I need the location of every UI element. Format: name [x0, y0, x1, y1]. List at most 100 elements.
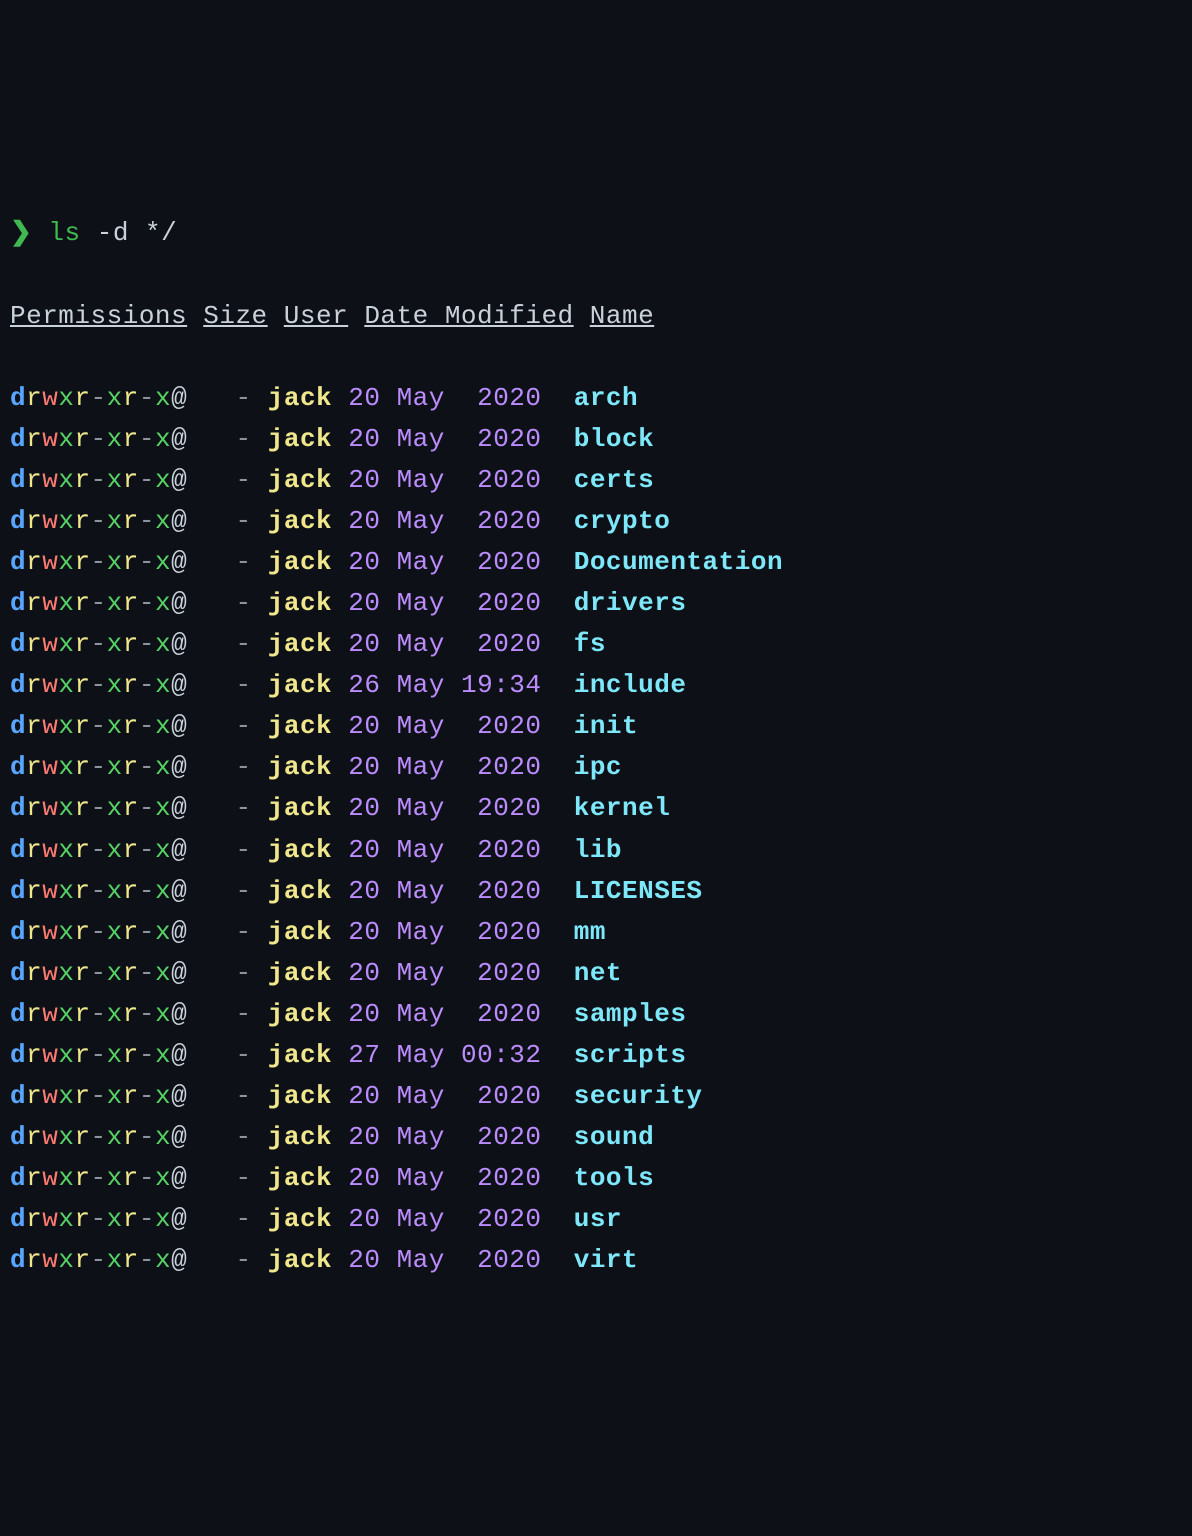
permissions: drwxr-xr-x@ [10, 547, 187, 577]
dir-name: include [574, 670, 687, 700]
header-row: Permissions Size User Date Modified Name [10, 296, 1182, 337]
user: jack [268, 1163, 332, 1193]
date-modified: 20 May 2020 [348, 958, 541, 988]
table-row: drwxr-xr-x@ - jack 20 May 2020 usr [10, 1199, 1182, 1240]
permissions: drwxr-xr-x@ [10, 1245, 187, 1275]
dir-name: kernel [574, 793, 671, 823]
dir-name: certs [574, 465, 655, 495]
terminal-output: ❯ ls -d */ Permissions Size User Date Mo… [10, 172, 1182, 1322]
user: jack [268, 711, 332, 741]
size: - [236, 917, 252, 947]
user: jack [268, 958, 332, 988]
permissions: drwxr-xr-x@ [10, 1040, 187, 1070]
dir-name: usr [574, 1204, 622, 1234]
dir-name: net [574, 958, 622, 988]
user: jack [268, 1040, 332, 1070]
size: - [236, 588, 252, 618]
user: jack [268, 424, 332, 454]
permissions: drwxr-xr-x@ [10, 588, 187, 618]
dir-name: mm [574, 917, 606, 947]
permissions: drwxr-xr-x@ [10, 383, 187, 413]
date-modified: 20 May 2020 [348, 547, 541, 577]
dir-name: virt [574, 1245, 638, 1275]
dir-name: LICENSES [574, 876, 703, 906]
header-permissions: Permissions [10, 301, 187, 331]
date-modified: 20 May 2020 [348, 1204, 541, 1234]
prompt-line[interactable]: ❯ ls -d */ [10, 213, 1182, 254]
table-row: drwxr-xr-x@ - jack 20 May 2020 sound [10, 1117, 1182, 1158]
date-modified: 20 May 2020 [348, 1081, 541, 1111]
dir-name: Documentation [574, 547, 783, 577]
user: jack [268, 383, 332, 413]
dir-name: tools [574, 1163, 655, 1193]
size: - [236, 547, 252, 577]
size: - [236, 1245, 252, 1275]
table-row: drwxr-xr-x@ - jack 20 May 2020 LICENSES [10, 871, 1182, 912]
header-name: Name [590, 301, 654, 331]
user: jack [268, 629, 332, 659]
date-modified: 20 May 2020 [348, 835, 541, 865]
size: - [236, 1081, 252, 1111]
date-modified: 26 May 19:34 [348, 670, 541, 700]
permissions: drwxr-xr-x@ [10, 876, 187, 906]
dir-name: scripts [574, 1040, 687, 1070]
table-row: drwxr-xr-x@ - jack 20 May 2020 tools [10, 1158, 1182, 1199]
user: jack [268, 876, 332, 906]
permissions: drwxr-xr-x@ [10, 793, 187, 823]
size: - [236, 752, 252, 782]
date-modified: 20 May 2020 [348, 1245, 541, 1275]
size: - [236, 1040, 252, 1070]
user: jack [268, 1122, 332, 1152]
date-modified: 20 May 2020 [348, 752, 541, 782]
table-row: drwxr-xr-x@ - jack 20 May 2020 arch [10, 378, 1182, 419]
size: - [236, 958, 252, 988]
dir-name: samples [574, 999, 687, 1029]
command-args: -d */ [97, 218, 178, 248]
permissions: drwxr-xr-x@ [10, 917, 187, 947]
dir-name: fs [574, 629, 606, 659]
permissions: drwxr-xr-x@ [10, 465, 187, 495]
user: jack [268, 1081, 332, 1111]
date-modified: 20 May 2020 [348, 876, 541, 906]
dir-name: init [574, 711, 638, 741]
permissions: drwxr-xr-x@ [10, 958, 187, 988]
size: - [236, 670, 252, 700]
dir-name: ipc [574, 752, 622, 782]
table-row: drwxr-xr-x@ - jack 20 May 2020 lib [10, 830, 1182, 871]
user: jack [268, 465, 332, 495]
table-row: drwxr-xr-x@ - jack 20 May 2020 certs [10, 460, 1182, 501]
date-modified: 20 May 2020 [348, 465, 541, 495]
dir-name: block [574, 424, 655, 454]
table-row: drwxr-xr-x@ - jack 20 May 2020 net [10, 953, 1182, 994]
dir-name: drivers [574, 588, 687, 618]
permissions: drwxr-xr-x@ [10, 1122, 187, 1152]
table-row: drwxr-xr-x@ - jack 20 May 2020 mm [10, 912, 1182, 953]
date-modified: 20 May 2020 [348, 629, 541, 659]
dir-name: sound [574, 1122, 655, 1152]
user: jack [268, 1204, 332, 1234]
user: jack [268, 999, 332, 1029]
user: jack [268, 917, 332, 947]
permissions: drwxr-xr-x@ [10, 424, 187, 454]
date-modified: 20 May 2020 [348, 424, 541, 454]
table-row: drwxr-xr-x@ - jack 20 May 2020 drivers [10, 583, 1182, 624]
size: - [236, 835, 252, 865]
table-row: drwxr-xr-x@ - jack 20 May 2020 fs [10, 624, 1182, 665]
permissions: drwxr-xr-x@ [10, 752, 187, 782]
table-row: drwxr-xr-x@ - jack 20 May 2020 security [10, 1076, 1182, 1117]
user: jack [268, 670, 332, 700]
permissions: drwxr-xr-x@ [10, 999, 187, 1029]
size: - [236, 629, 252, 659]
size: - [236, 424, 252, 454]
table-row: drwxr-xr-x@ - jack 20 May 2020 crypto [10, 501, 1182, 542]
size: - [236, 383, 252, 413]
user: jack [268, 835, 332, 865]
permissions: drwxr-xr-x@ [10, 711, 187, 741]
date-modified: 20 May 2020 [348, 506, 541, 536]
table-row: drwxr-xr-x@ - jack 20 May 2020 ipc [10, 747, 1182, 788]
table-row: drwxr-xr-x@ - jack 20 May 2020 Documenta… [10, 542, 1182, 583]
permissions: drwxr-xr-x@ [10, 835, 187, 865]
size: - [236, 465, 252, 495]
file-listing: drwxr-xr-x@ - jack 20 May 2020 archdrwxr… [10, 378, 1182, 1282]
permissions: drwxr-xr-x@ [10, 1081, 187, 1111]
